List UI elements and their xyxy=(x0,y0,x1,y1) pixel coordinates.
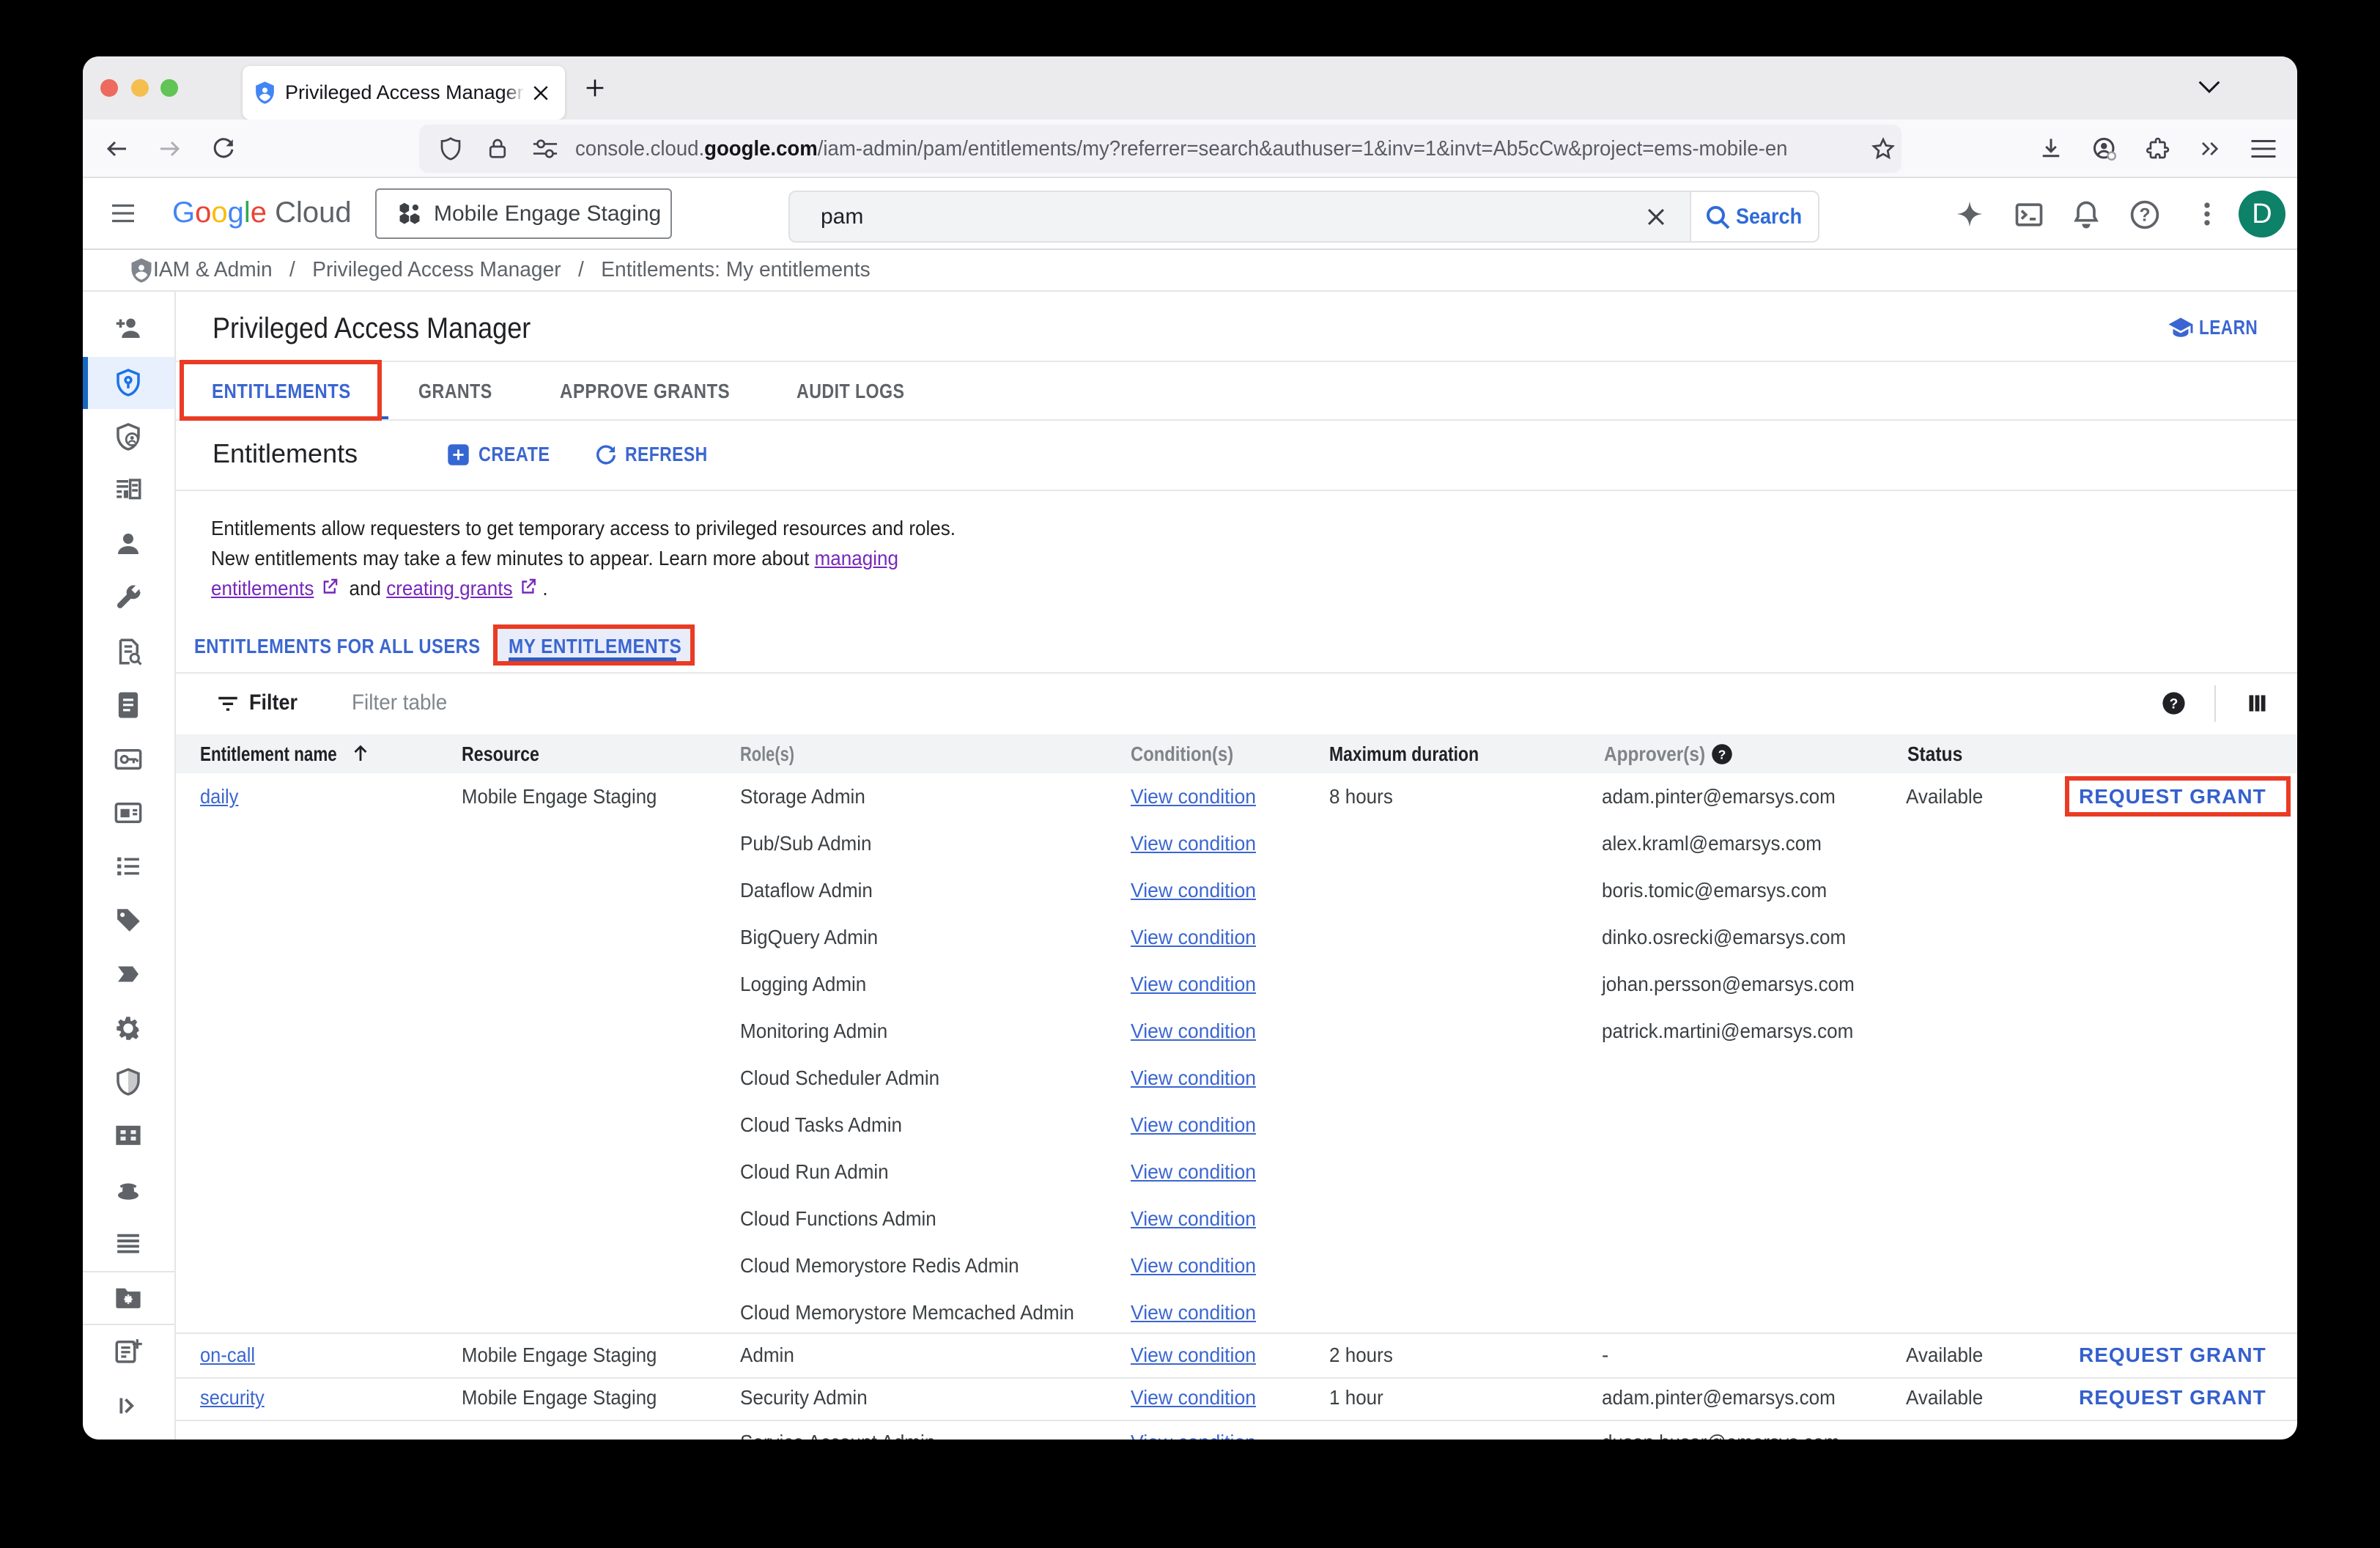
svg-text:?: ? xyxy=(2139,205,2150,225)
svg-text:?: ? xyxy=(1718,747,1726,762)
svg-text:?: ? xyxy=(2170,696,2178,712)
